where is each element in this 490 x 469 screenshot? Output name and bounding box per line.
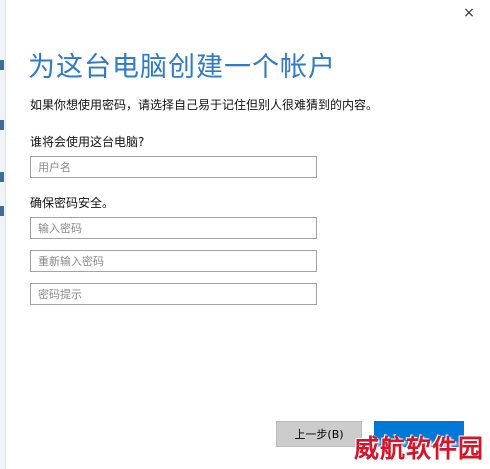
background-fragment	[0, 172, 4, 182]
username-input[interactable]	[30, 156, 317, 178]
back-button[interactable]: 上一步(B)	[276, 421, 362, 447]
password-input[interactable]	[30, 217, 317, 239]
close-icon: ×	[463, 5, 475, 21]
background-fragment	[0, 60, 4, 70]
watermark-logo: 威航软件园	[353, 434, 484, 463]
confirm-password-input[interactable]	[30, 250, 317, 272]
password-hint-input[interactable]	[30, 283, 317, 305]
background-fragment	[0, 206, 4, 216]
page-title: 为这台电脑创建一个帐户	[28, 52, 336, 83]
close-button[interactable]: ×	[458, 4, 480, 22]
user-section-label: 谁将会使用这台电脑?	[30, 135, 145, 149]
intro-text: 如果你想使用密码，请选择自己易于记住但别人很难猜到的内容。	[30, 98, 379, 112]
background-fragment	[0, 120, 4, 130]
background-window-edge	[0, 0, 6, 469]
password-section-label: 确保密码安全。	[30, 196, 115, 210]
